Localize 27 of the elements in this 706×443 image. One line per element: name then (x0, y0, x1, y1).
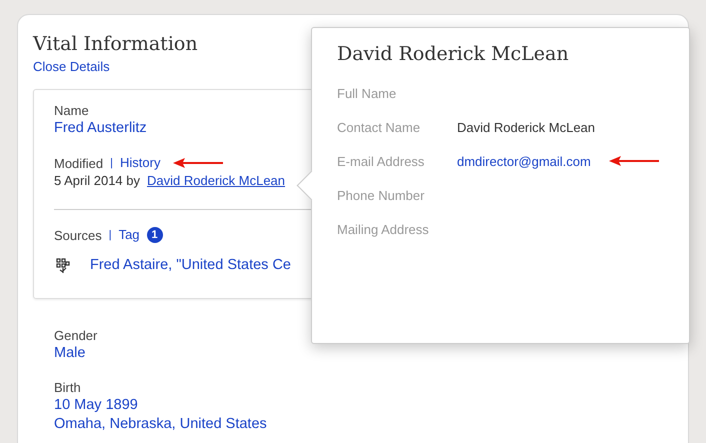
field-label: E-mail Address (337, 154, 426, 168)
field-label: Sources (54, 226, 102, 244)
field-label: Phone Number (337, 188, 426, 202)
field-label: Modified (54, 154, 104, 172)
fact-value[interactable]: Omaha, Nebraska, United States (54, 415, 688, 434)
tag-link[interactable]: Tag (118, 226, 140, 244)
fact-value[interactable]: Male (54, 344, 688, 363)
modified-date: 5 April 2014 by (54, 172, 140, 190)
field-label: Contact Name (337, 120, 422, 134)
tree-icon (56, 258, 70, 274)
source-link[interactable]: Fred Astaire, "United States Ce (90, 256, 291, 275)
field-label: Full Name (337, 86, 398, 100)
field-label: Gender (54, 327, 98, 344)
separator: | (108, 228, 112, 243)
field-value: David Roderick McLean (457, 120, 596, 134)
fact-value[interactable]: 10 May 1899 (54, 396, 688, 415)
count-badge: 1 (146, 227, 163, 243)
field-label: Birth (54, 379, 82, 396)
popup-title: David Roderick McLean (337, 42, 569, 67)
field-label: Mailing Address (337, 222, 430, 236)
email-link[interactable]: dmdirector@gmail.com (457, 154, 591, 168)
field-label: Name (54, 102, 90, 119)
section-title: Vital Information (33, 32, 198, 57)
name-link[interactable]: Fred Austerlitz (54, 120, 147, 136)
history-link[interactable]: History (120, 154, 160, 172)
separator: | (110, 156, 113, 171)
user-link[interactable]: David Roderick McLean (147, 172, 286, 190)
